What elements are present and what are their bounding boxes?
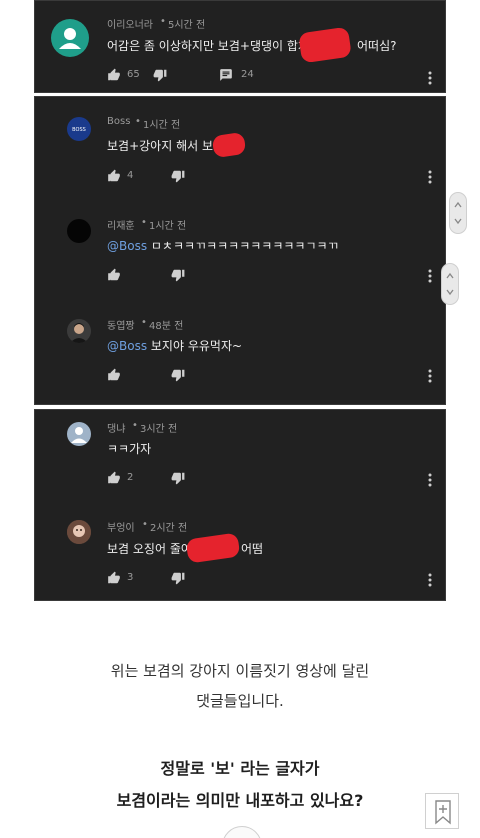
redaction-mark: [211, 131, 247, 159]
mention-link[interactable]: @Boss: [107, 239, 147, 253]
comment-actions: 3: [107, 571, 267, 587]
scroll-handle[interactable]: [449, 192, 467, 234]
comment-dot: •: [132, 420, 138, 431]
redaction-mark: [298, 26, 352, 64]
comment-body: ㅁㅊㅋㅋㄲㅋㅋㅋㅋㅋㅋㅋㅋㅋㄱㅋㄲ: [147, 239, 339, 253]
thumbs-down-icon[interactable]: [171, 368, 185, 382]
reply-comment: 부엉이 • 2시간 전 보겸 오징어 줄여서 어떰 3: [35, 506, 445, 602]
reply-comment: 동엽짱 • 48분 전 @Boss 보지야 우유먹자~: [35, 297, 445, 405]
comment-panel-2: BOSS Boss • 1시간 전 보겸+강아지 해서 보 4 리재훈 • 1시…: [34, 96, 446, 405]
comment-body: 보지야 우유먹자~: [147, 339, 243, 353]
comment-dot: •: [142, 519, 148, 530]
reply-count: 24: [241, 69, 254, 80]
comment-text: 보겸+강아지 해서 보: [107, 139, 214, 153]
comment-author[interactable]: 이리오너라: [107, 16, 153, 31]
comment-time[interactable]: 3시간 전: [140, 420, 177, 435]
comment-time[interactable]: 5시간 전: [168, 16, 205, 31]
thumbs-down-icon[interactable]: [171, 471, 185, 485]
avatar-logo-text: BOSS: [72, 127, 86, 133]
comment-actions: [107, 368, 267, 384]
thumbs-down-icon[interactable]: [153, 68, 167, 82]
user-avatar[interactable]: [67, 319, 91, 343]
caption-line-1: 위는 보겸의 강아지 이름짓기 영상에 달린: [110, 662, 370, 680]
headline-line-1: 정말로 '보' 라는 글자가: [160, 759, 320, 778]
comment-time[interactable]: 48분 전: [149, 317, 183, 332]
caption-line-2: 댓글들입니다.: [196, 692, 284, 710]
comment-author[interactable]: 부엉이: [107, 519, 135, 534]
scroll-handle[interactable]: [441, 263, 459, 305]
comment-text-end: 어떠심?: [357, 39, 397, 53]
owl-avatar[interactable]: [67, 520, 91, 544]
thumbs-up-icon[interactable]: [107, 571, 121, 585]
more-vert-icon[interactable]: [424, 572, 436, 588]
comment-author[interactable]: 댕냐: [107, 420, 125, 435]
more-vert-icon[interactable]: [424, 368, 436, 384]
more-vert-icon[interactable]: [424, 472, 436, 488]
thumbs-up-icon[interactable]: [107, 169, 121, 183]
boss-avatar[interactable]: BOSS: [67, 117, 91, 141]
reply-comment: 리재훈 • 1시간 전 @Boss ㅁㅊㅋㅋㄲㅋㅋㅋㅋㅋㅋㅋㅋㅋㄱㅋㄲ: [35, 197, 445, 297]
comment-panel-3: 댕냐 • 3시간 전 ㅋㅋ가자 2 부엉이 • 2시간 전 보겸 오징어 줄여서…: [34, 409, 446, 601]
comment-actions: 65 24: [107, 68, 267, 84]
reply-comment: 댕냐 • 3시간 전 ㅋㅋ가자 2: [35, 410, 445, 506]
comment-dot: •: [160, 16, 166, 27]
comment-author[interactable]: Boss: [107, 116, 130, 127]
comment-text: @Boss ㅁㅊㅋㅋㄲㅋㅋㅋㅋㅋㅋㅋㅋㅋㄱㅋㄲ: [107, 237, 339, 254]
comment-author[interactable]: 리재훈: [107, 217, 135, 232]
more-vert-icon[interactable]: [424, 169, 436, 185]
like-count: 65: [127, 69, 140, 80]
comment-text: @Boss 보지야 우유먹자~: [107, 337, 242, 354]
redaction-mark: [185, 532, 241, 564]
bookmark-icon: [435, 800, 451, 825]
comment-text: 어감은 좀 이상하지만 보겸+댕댕이 합쳐: [107, 39, 309, 53]
comment-text-end: 어떰: [241, 542, 264, 556]
comment-author[interactable]: 동엽짱: [107, 317, 135, 332]
reply-comment: BOSS Boss • 1시간 전 보겸+강아지 해서 보 4: [35, 97, 445, 197]
chevron-up-icon: [454, 201, 462, 208]
like-count: 4: [127, 170, 134, 181]
chevron-down-icon: [446, 289, 454, 296]
default-avatar-icon[interactable]: [51, 19, 89, 57]
comment-dot: •: [135, 116, 141, 127]
default-avatar-icon[interactable]: [67, 422, 91, 446]
comment-dot: •: [141, 317, 147, 328]
mention-link[interactable]: @Boss: [107, 339, 147, 353]
thumbs-down-icon[interactable]: [171, 169, 185, 183]
chevron-up-icon: [446, 272, 454, 279]
thumbs-up-icon[interactable]: [107, 368, 121, 382]
more-vert-icon[interactable]: [424, 70, 436, 86]
like-count: 3: [127, 572, 134, 583]
thumbs-up-icon[interactable]: [107, 268, 121, 282]
chevron-down-icon: [454, 218, 462, 225]
thumbs-up-icon[interactable]: [107, 471, 121, 485]
thumbs-down-icon[interactable]: [171, 268, 185, 282]
comment-actions: 4: [107, 169, 267, 185]
floating-circle-button[interactable]: [222, 826, 262, 838]
comment-time[interactable]: 1시간 전: [143, 116, 180, 131]
comment-text: ㅋㅋ가자: [107, 442, 152, 456]
comment-time[interactable]: 2시간 전: [150, 519, 187, 534]
user-avatar[interactable]: [67, 219, 91, 243]
thumbs-up-icon[interactable]: [107, 68, 121, 82]
comment-actions: 2: [107, 471, 267, 487]
comment-panel-1: 이리오너라 • 5시간 전 어감은 좀 이상하지만 보겸+댕댕이 합쳐 어떠심?…: [34, 0, 446, 93]
more-vert-icon[interactable]: [424, 268, 436, 284]
comment-dot: •: [141, 217, 147, 228]
thumbs-down-icon[interactable]: [171, 571, 185, 585]
bookmark-button[interactable]: [425, 793, 459, 829]
comment-actions: [107, 268, 267, 284]
comment-1: 이리오너라 • 5시간 전 어감은 좀 이상하지만 보겸+댕댕이 합쳐 어떠심?…: [35, 1, 445, 94]
comment-time[interactable]: 1시간 전: [149, 217, 186, 232]
like-count: 2: [127, 472, 134, 483]
reply-icon[interactable]: [219, 68, 233, 82]
headline-line-2: 보겸이라는 의미만 내포하고 있나요?: [116, 791, 364, 810]
